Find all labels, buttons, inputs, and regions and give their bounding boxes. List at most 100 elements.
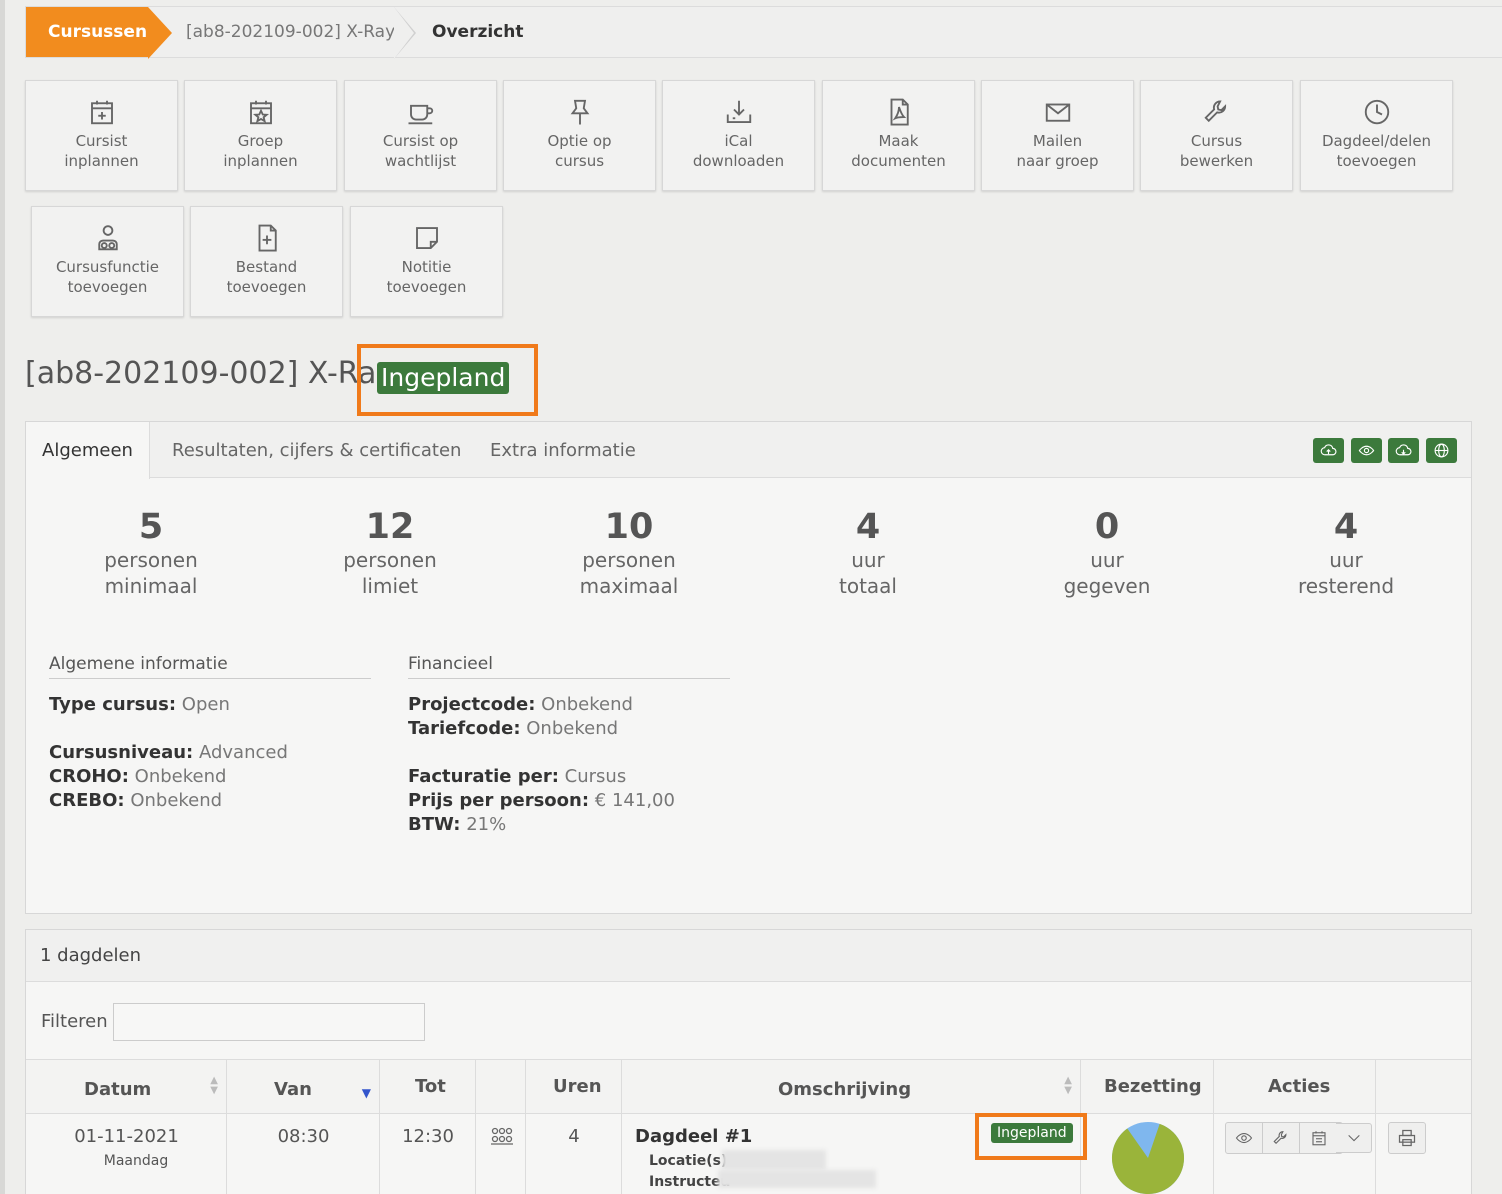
breadcrumb-home[interactable]: Cursussen — [26, 7, 172, 59]
row-view-button[interactable] — [1226, 1123, 1263, 1153]
stat-min-persons: 5 personen minimaal — [41, 507, 261, 599]
calendar-icon — [1311, 1131, 1326, 1146]
row-status-badge: Ingepland — [991, 1123, 1073, 1143]
eye-icon — [1358, 445, 1375, 456]
mail-group-button[interactable]: Mailen naar groep — [981, 80, 1134, 191]
course-overview-panel: Algemeen Resultaten, cijfers & certifica… — [25, 421, 1472, 914]
ical-download-button[interactable]: iCal downloaden — [662, 80, 815, 191]
status-badge: Ingepland — [377, 362, 510, 394]
tab-algemeen[interactable]: Algemeen — [26, 422, 150, 479]
column-acties: Acties — [1214, 1060, 1376, 1115]
tile-label: Notitie toevoegen — [386, 258, 467, 296]
stat-label: uur resterend — [1297, 548, 1395, 598]
row-hours: 4 — [568, 1126, 580, 1147]
download-button[interactable] — [1388, 438, 1419, 463]
course-level: Cursusniveau: Advanced — [49, 742, 288, 763]
stat-value: 5 — [138, 507, 164, 547]
column-uren[interactable]: Uren — [526, 1060, 622, 1115]
tile-label: iCal downloaden — [692, 132, 785, 170]
occupancy-pie — [1111, 1121, 1185, 1194]
row-title[interactable]: Dagdeel #1 — [635, 1126, 752, 1147]
globe-icon — [1434, 443, 1449, 458]
table-header: Datum ▲ ▼ Van ▼ Tot Uren Omschrijving ▲ ▼ Bez… — [26, 1059, 1472, 1115]
row-weekday: Maandag — [103, 1153, 169, 1169]
filter-label: Filteren — [41, 1011, 108, 1032]
financial-info-heading: Financieel — [408, 654, 730, 679]
tile-label: Cursusfunctie toevoegen — [55, 258, 160, 296]
row-actions — [1225, 1122, 1343, 1154]
dayparts-heading: 1 dagdelen — [26, 930, 1471, 982]
stat-value: 0 — [1094, 507, 1120, 547]
add-dayparts-button[interactable]: Dagdeel/delen toevoegen — [1300, 80, 1453, 191]
column-van[interactable]: Van ▼ — [227, 1060, 380, 1115]
invoicing: Facturatie per: Cursus — [408, 766, 627, 787]
tile-label: Maak documenten — [851, 132, 946, 170]
tab-results[interactable]: Resultaten, cijfers & certificaten — [172, 422, 461, 478]
row-more-dropdown[interactable] — [1336, 1123, 1372, 1153]
row-print-button[interactable] — [1388, 1122, 1426, 1154]
waitlist-button[interactable]: Cursist op wachtlijst — [344, 80, 497, 191]
note-icon — [415, 227, 438, 249]
view-button[interactable] — [1351, 438, 1382, 463]
edit-course-button[interactable]: Cursus bewerken — [1140, 80, 1293, 191]
envelope-icon — [1045, 103, 1070, 122]
stat-max-persons: 10 personen maximaal — [519, 507, 739, 599]
tab-bar: Algemeen Resultaten, cijfers & certifica… — [26, 422, 1471, 479]
project-code: Projectcode: Onbekend — [408, 694, 633, 715]
column-omschrijving[interactable]: Omschrijving ▲ ▼ — [622, 1060, 1081, 1115]
wrench-icon — [1203, 100, 1226, 123]
option-button[interactable]: Optie op cursus — [503, 80, 656, 191]
tile-label: Groep inplannen — [223, 132, 298, 170]
make-documents-button[interactable]: Maak documenten — [822, 80, 975, 191]
redacted-instructor — [718, 1170, 876, 1188]
person-group-icon — [97, 225, 118, 251]
add-course-function-button[interactable]: Cursusfunctie toevoegen — [31, 206, 184, 317]
filter-input[interactable] — [113, 1003, 425, 1041]
sort-desc-icon: ▼ — [361, 1086, 371, 1100]
chevron-down-icon — [1347, 1134, 1360, 1142]
stat-label: personen limiet — [343, 548, 437, 598]
breadcrumb: Cursussen [ab8-202109-002] X-Ray Overzic… — [25, 6, 1502, 59]
calendar-plus-icon — [90, 100, 113, 125]
column-bezetting[interactable]: Bezetting — [1081, 1060, 1214, 1115]
vat: BTW: 21% — [408, 814, 507, 835]
add-note-button[interactable]: Notitie toevoegen — [350, 206, 503, 317]
row-calendar-button[interactable] — [1300, 1123, 1337, 1153]
stat-remaining-hours: 4 uur resterend — [1236, 507, 1456, 599]
row-date: 01-11-2021 — [74, 1126, 179, 1147]
download-tray-icon — [726, 100, 751, 123]
stat-label: personen minimaal — [104, 548, 198, 598]
plan-group-button[interactable]: Groep inplannen — [184, 80, 337, 191]
clock-icon — [1364, 99, 1389, 125]
add-file-button[interactable]: Bestand toevoegen — [190, 206, 343, 317]
pin-icon — [570, 99, 589, 125]
row-to: 12:30 — [402, 1126, 454, 1147]
tile-label: Cursist inplannen — [64, 132, 139, 170]
cloud-upload-icon — [1320, 444, 1337, 456]
wrench-icon — [1273, 1131, 1287, 1145]
column-print — [1376, 1060, 1472, 1115]
croho: CROHO: Onbekend — [49, 766, 227, 787]
stat-label: uur gegeven — [1063, 548, 1151, 598]
upload-button[interactable] — [1313, 438, 1344, 463]
tile-label: Optie op cursus — [547, 132, 612, 170]
web-button[interactable] — [1426, 438, 1457, 463]
plan-student-button[interactable]: Cursist inplannen — [25, 80, 178, 191]
stat-total-hours: 4 uur totaal — [758, 507, 978, 599]
stat-value: 4 — [855, 507, 881, 547]
breadcrumb-course[interactable]: [ab8-202109-002] X-Ray — [148, 7, 416, 59]
column-tot[interactable]: Tot — [380, 1060, 476, 1115]
window-edge — [0, 0, 5, 1194]
redacted-location — [722, 1150, 826, 1170]
stat-value: 10 — [604, 507, 654, 547]
classroom-icon — [491, 1127, 513, 1145]
stat-value: 12 — [365, 507, 415, 547]
sort-icon: ▲ ▼ — [1064, 1075, 1072, 1096]
row-edit-button[interactable] — [1263, 1123, 1300, 1153]
column-datum[interactable]: Datum ▲ ▼ — [26, 1060, 227, 1115]
tile-label: Bestand toevoegen — [226, 258, 307, 296]
course-type: Type cursus: Open — [49, 694, 230, 715]
tab-extra-info[interactable]: Extra informatie — [490, 422, 636, 478]
stat-label: personen maximaal — [579, 548, 679, 598]
dayparts-panel: 1 dagdelen Filteren Datum ▲ ▼ Van ▼ Tot Ure… — [25, 929, 1472, 1194]
